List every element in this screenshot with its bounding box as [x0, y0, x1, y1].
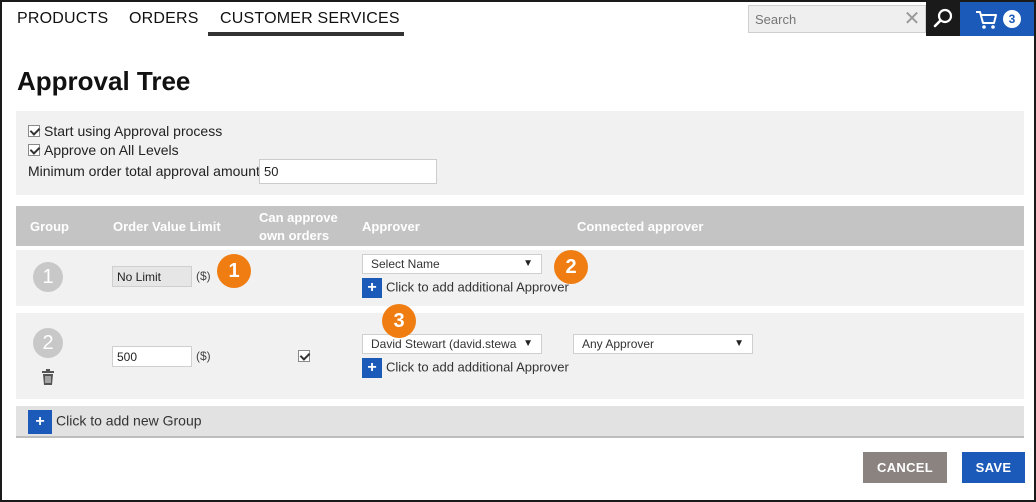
connected-approver-select[interactable]: Any Approver ▼: [573, 334, 753, 354]
approver-select-value: David Stewart (david.stewa: [371, 337, 517, 351]
add-group-label: Click to add new Group: [56, 412, 202, 429]
add-approver-link[interactable]: + Click to add additional Approver: [362, 358, 569, 378]
start-approval-checkbox[interactable]: [28, 125, 40, 137]
header-can-approve-line1: Can approve: [259, 210, 338, 225]
add-group-link[interactable]: + Click to add new Group: [28, 410, 202, 434]
search-icon: [933, 8, 953, 28]
add-group-bar: + Click to add new Group: [16, 406, 1024, 438]
header-group: Group: [30, 219, 69, 234]
cart-button[interactable]: 3: [960, 2, 1034, 36]
add-approver-label: Click to add additional Approver: [386, 359, 569, 375]
save-button[interactable]: SAVE: [962, 452, 1025, 483]
connected-approver-value: Any Approver: [582, 337, 655, 351]
chevron-down-icon: ▼: [523, 338, 533, 349]
cart-count-badge: 3: [1003, 10, 1021, 28]
plus-icon: +: [28, 410, 52, 434]
approver-select[interactable]: David Stewart (david.stewa ▼: [362, 334, 542, 354]
callout-badge-1: 1: [217, 254, 251, 288]
add-approver-link[interactable]: + Click to add additional Approver: [362, 278, 569, 298]
add-approver-label: Click to add additional Approver: [386, 279, 569, 295]
start-approval-row: Start using Approval process: [28, 123, 222, 139]
group-row-2: 2 ($) David Stewart (david.stewa ▼ Any A…: [16, 313, 1024, 399]
search-button[interactable]: [926, 2, 960, 36]
cancel-button[interactable]: CANCEL: [863, 452, 947, 483]
header-approver: Approver: [362, 219, 420, 234]
min-amount-input[interactable]: [259, 159, 437, 184]
start-approval-label: Start using Approval process: [44, 123, 223, 139]
nav-customer-services[interactable]: CUSTOMER SERVICES: [220, 10, 400, 28]
nav-orders[interactable]: ORDERS: [129, 10, 199, 28]
group-number-badge: 1: [33, 262, 63, 292]
close-icon[interactable]: ✕: [901, 8, 923, 30]
callout-badge-2: 2: [554, 250, 588, 284]
nav-products[interactable]: PRODUCTS: [17, 10, 108, 28]
header-order-value-limit: Order Value Limit: [113, 219, 221, 234]
chevron-down-icon: ▼: [523, 258, 533, 269]
table-header: Group Order Value Limit Can approve own …: [16, 206, 1024, 246]
top-navigation: PRODUCTS ORDERS CUSTOMER SERVICES ✕ 3: [2, 2, 1034, 36]
search-box: ✕: [748, 5, 926, 33]
min-amount-label: Minimum order total approval amount:: [28, 163, 264, 179]
all-levels-row: Approve on All Levels: [28, 142, 179, 158]
approval-settings-panel: Start using Approval process Approve on …: [16, 111, 1024, 195]
header-can-approve-line2: own orders: [259, 228, 330, 243]
cart-icon: [976, 11, 997, 29]
approver-select-value: Select Name: [371, 257, 440, 271]
plus-icon: +: [362, 278, 382, 298]
order-limit-input[interactable]: [112, 346, 192, 367]
currency-label: ($): [196, 269, 211, 283]
trash-icon[interactable]: [41, 369, 55, 385]
app-frame: PRODUCTS ORDERS CUSTOMER SERVICES ✕ 3 Ap…: [0, 0, 1036, 502]
plus-icon: +: [362, 358, 382, 378]
order-limit-input[interactable]: [112, 266, 192, 287]
all-levels-label: Approve on All Levels: [44, 142, 179, 158]
page-title: Approval Tree: [17, 66, 191, 96]
search-input[interactable]: [749, 6, 899, 32]
header-connected-approver: Connected approver: [577, 219, 704, 234]
active-tab-indicator: [208, 32, 404, 36]
can-approve-own-checkbox[interactable]: [298, 350, 310, 362]
group-number-badge: 2: [33, 328, 63, 358]
group-row-1: 1 ($) Select Name ▼ +Click to add additi…: [16, 250, 1024, 306]
approver-select[interactable]: Select Name ▼: [362, 254, 542, 274]
all-levels-checkbox[interactable]: [28, 144, 40, 156]
callout-badge-3: 3: [382, 304, 416, 338]
chevron-down-icon: ▼: [734, 338, 744, 349]
currency-label: ($): [196, 349, 211, 363]
